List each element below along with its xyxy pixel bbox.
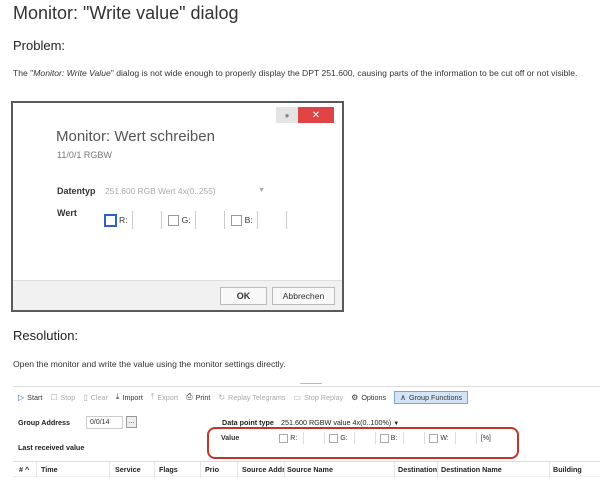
col-destination[interactable]: Destination — [398, 465, 437, 474]
cancel-button[interactable]: Abbrechen — [272, 287, 335, 305]
options-label: Options — [361, 392, 387, 402]
input-g[interactable] — [194, 211, 225, 229]
dialog-footer: OK Abbrechen — [13, 280, 342, 310]
stop-replay-button[interactable]: ▭ Stop Replay — [293, 393, 343, 402]
last-received-label: Last received value — [18, 443, 85, 452]
col-prio[interactable]: Prio — [205, 465, 219, 474]
col-divider — [109, 462, 110, 478]
datatype-select[interactable]: 251.600 RGB Wert 4x(0..255) ▼ — [103, 183, 265, 198]
channel-r-label: R: — [119, 215, 128, 225]
resolution-text: Open the monitor and write the value usi… — [13, 359, 286, 369]
col-divider — [437, 462, 438, 478]
datatype-value: 251.600 RGB Wert 4x(0..255) — [105, 185, 216, 196]
group-functions-label: Group Functions — [408, 392, 463, 402]
col-divider — [394, 462, 395, 478]
col-building[interactable]: Building — [553, 465, 582, 474]
browse-button[interactable]: ... — [126, 416, 137, 428]
print-label: Print — [195, 392, 211, 402]
checkbox-b[interactable] — [230, 214, 242, 226]
input-r[interactable] — [131, 211, 162, 229]
write-value-dialog: ● ✕ Monitor: Wert schreiben 11/0/1 RGBW … — [13, 103, 342, 310]
stop-replay-label: Stop Replay — [304, 392, 344, 402]
print-icon: ⎙ — [186, 392, 193, 401]
telegram-table-header: # ^ Time Service Flags Prio Source Addr … — [13, 461, 600, 478]
col-divider — [237, 462, 238, 478]
window-controls: ● ✕ — [276, 107, 334, 123]
datatype-label: Datentyp — [57, 186, 96, 196]
channel-g-label: G: — [181, 215, 191, 225]
resolution-heading: Resolution: — [13, 328, 79, 343]
stop-button[interactable]: ☐ Stop — [50, 393, 75, 402]
col-service[interactable]: Service — [115, 465, 141, 474]
stop-icon: ☐ — [50, 392, 58, 402]
highlight-annotation — [207, 427, 519, 459]
col-source-name[interactable]: Source Name — [287, 465, 333, 474]
clear-button[interactable]: ▯ Clear — [83, 393, 108, 402]
clear-icon: ▯ — [83, 392, 88, 402]
ok-button[interactable]: OK — [220, 287, 267, 305]
clear-label: Clear — [90, 392, 108, 402]
close-button[interactable]: ✕ — [298, 107, 334, 123]
dpt-label: Data point type — [222, 418, 274, 427]
group-functions-button[interactable]: ∧ Group Functions — [394, 390, 469, 404]
col-divider — [154, 462, 155, 478]
chevron-up-icon: ∧ — [400, 392, 406, 402]
input-b[interactable] — [256, 211, 287, 229]
problem-text: The "Monitor: Write Value" dialog is not… — [13, 68, 578, 78]
col-divider — [36, 462, 37, 478]
value-row: R: G: B: — [104, 211, 293, 229]
export-icon: ⤒ — [150, 392, 155, 401]
group-address-input[interactable]: 0/0/14 — [86, 416, 123, 429]
dot-icon[interactable]: ● — [276, 107, 298, 123]
col-divider — [200, 462, 201, 478]
problem-heading: Problem: — [13, 38, 66, 53]
dialog-screenshot: ● ✕ Monitor: Wert schreiben 11/0/1 RGBW … — [11, 101, 344, 312]
divider — [300, 383, 322, 384]
stop-label: Stop — [60, 392, 76, 402]
export-label: Export — [157, 392, 179, 402]
start-label: Start — [27, 392, 43, 402]
stop-replay-icon: ▭ — [293, 392, 302, 402]
col-index[interactable]: # ^ — [19, 465, 29, 474]
replay-telegrams-button[interactable]: ↻ Replay Telegrams — [218, 393, 285, 402]
checkbox-r[interactable] — [104, 213, 117, 227]
group-address-label: Group Address — [18, 418, 71, 427]
checkbox-g[interactable] — [167, 214, 179, 226]
import-button[interactable]: ⤓ Import — [116, 392, 143, 402]
col-destination-name[interactable]: Destination Name — [441, 465, 502, 474]
dpt-value: 251.600 RGBW value 4x(0..100%) — [281, 418, 392, 427]
channel-b-label: B: — [244, 215, 253, 225]
options-button[interactable]: ⚙ Options — [351, 393, 386, 402]
dialog-title: Monitor: Wert schreiben — [56, 128, 215, 145]
col-divider — [549, 462, 550, 478]
start-button[interactable]: ▷ Start — [18, 393, 42, 402]
import-icon: ⤓ — [115, 392, 120, 401]
print-button[interactable]: ⎙ Print — [186, 392, 210, 402]
col-divider — [284, 462, 285, 478]
dpt-select[interactable]: 251.600 RGBW value 4x(0..100%) ▼ — [281, 418, 399, 427]
page-title: Monitor: "Write value" dialog — [13, 3, 239, 23]
col-time[interactable]: Time — [41, 465, 58, 474]
col-source-address[interactable]: Source Addr — [242, 465, 284, 474]
import-label: Import — [122, 392, 143, 402]
gear-icon: ⚙ — [351, 392, 359, 402]
play-icon: ▷ — [18, 392, 25, 402]
value-label: Wert — [57, 208, 77, 218]
chevron-down-icon: ▼ — [258, 187, 265, 194]
monitor-screenshot: ▷ Start ☐ Stop ▯ Clear ⤓ Import ⤒ Export ⎙ Pri… — [13, 386, 600, 496]
export-button[interactable]: ⤒ Export — [151, 392, 178, 402]
col-flags[interactable]: Flags — [159, 465, 178, 474]
replay-label: Replay Telegrams — [228, 392, 286, 402]
replay-icon: ↻ — [218, 392, 226, 402]
dialog-subtitle: 11/0/1 RGBW — [57, 150, 112, 160]
monitor-toolbar: ▷ Start ☐ Stop ▯ Clear ⤓ Import ⤒ Export ⎙ Pri… — [13, 387, 600, 407]
